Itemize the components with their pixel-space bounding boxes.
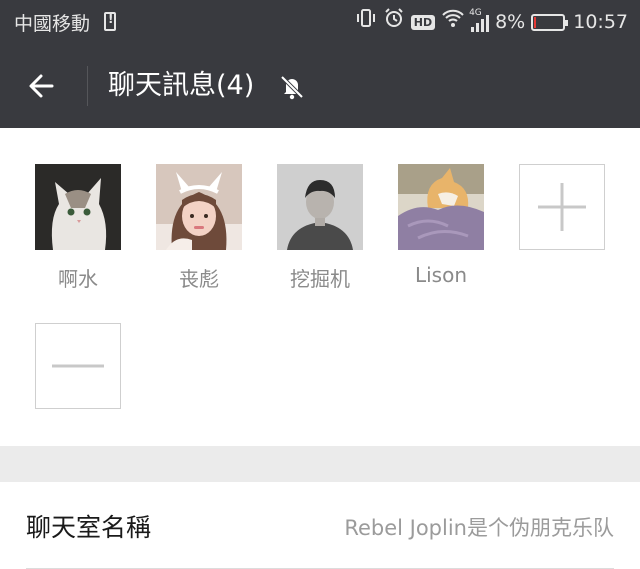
nav-divider — [87, 66, 88, 106]
member-item[interactable]: 啊水 — [35, 164, 121, 292]
member-grid: 啊水 丧彪 挖掘机 Lison — [0, 128, 640, 446]
member-item[interactable]: Lison — [398, 164, 484, 287]
sim-alert-icon — [104, 12, 116, 31]
bell-off-icon — [280, 75, 304, 100]
carrier-name: 中國移動 — [14, 13, 91, 35]
back-button[interactable] — [22, 64, 66, 108]
hd-icon: HD — [410, 14, 436, 30]
wifi-icon — [441, 7, 465, 38]
avatar[interactable] — [398, 164, 484, 250]
member-name: 挖掘机 — [290, 267, 350, 291]
avatar[interactable] — [35, 164, 121, 250]
nav-bar: 聊天訊息(4) — [0, 44, 640, 128]
member-item[interactable]: 丧彪 — [156, 164, 242, 292]
remove-member-button[interactable] — [35, 323, 121, 409]
page-title: 聊天訊息(4) — [108, 70, 255, 101]
avatar[interactable] — [277, 164, 363, 250]
section-gap — [0, 446, 640, 482]
chat-name-value: Rebel Joplin是个伪朋克乐队 — [344, 516, 614, 540]
clock: 10:57 — [573, 11, 628, 33]
battery-icon — [531, 13, 569, 31]
chat-name-label: 聊天室名稱 — [26, 513, 152, 542]
member-name: 丧彪 — [179, 267, 219, 291]
vibrate-icon — [355, 7, 377, 38]
status-icons: HD 4G 8% 10:57 — [355, 7, 628, 38]
signal-icon: 4G — [469, 8, 490, 32]
member-name: 啊水 — [58, 267, 98, 291]
arrow-left-icon — [29, 74, 54, 98]
chat-name-row[interactable]: 聊天室名稱 Rebel Joplin是个伪朋克乐队 — [0, 482, 640, 569]
network-type: 4G — [469, 8, 482, 18]
status-bar: 中國移動 HD 4G 8% 10:57 — [0, 0, 640, 44]
battery-percent: 8% — [495, 11, 526, 33]
alarm-icon — [383, 7, 405, 38]
battery-level — [534, 16, 537, 28]
member-name: Lison — [414, 263, 468, 287]
avatar[interactable] — [156, 164, 242, 250]
minus-icon — [52, 364, 104, 368]
plus-icon — [538, 183, 586, 231]
member-item[interactable]: 挖掘机 — [277, 164, 363, 292]
add-member-button[interactable] — [519, 164, 605, 250]
